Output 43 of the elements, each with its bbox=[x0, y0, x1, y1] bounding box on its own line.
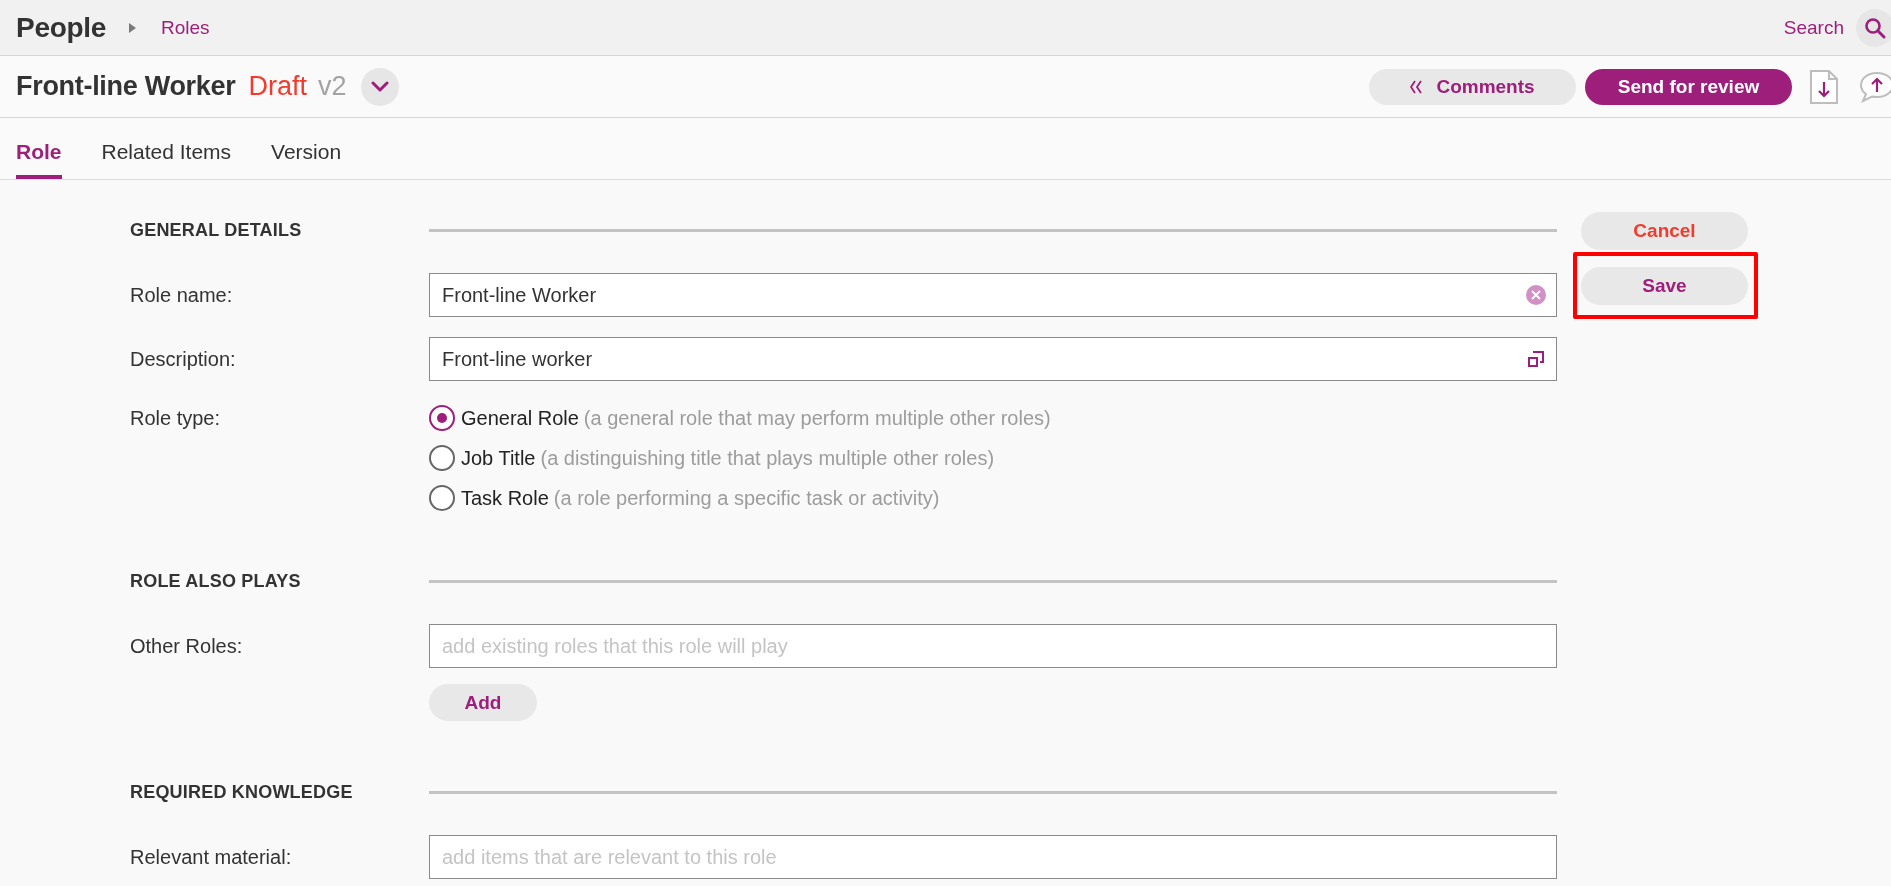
radio-label[interactable]: Task Role bbox=[461, 486, 549, 510]
app-title: People bbox=[16, 11, 106, 44]
comments-button[interactable]: Comments bbox=[1369, 68, 1576, 105]
input-field[interactable]: add items that are relevant to this role bbox=[429, 835, 1557, 879]
send-button[interactable]: Send for review bbox=[1585, 68, 1792, 105]
document-title: Front-line Worker bbox=[16, 71, 236, 102]
field-label: Relevant material: bbox=[130, 845, 292, 870]
status-label: Draft bbox=[248, 71, 307, 102]
field-label: Role name: bbox=[130, 283, 233, 308]
section-heading: GENERAL DETAILS bbox=[130, 219, 303, 241]
radio-label[interactable]: General Role bbox=[461, 406, 579, 430]
save-button[interactable]: Save bbox=[1581, 267, 1748, 305]
search-button[interactable] bbox=[1856, 8, 1891, 47]
input-field[interactable]: Front-line Worker bbox=[429, 273, 1557, 317]
field-label: Other Roles: bbox=[130, 634, 243, 659]
field-label: Role type: bbox=[130, 406, 221, 431]
radio-label[interactable]: Job Title bbox=[461, 446, 536, 470]
document-download-icon[interactable] bbox=[1810, 69, 1838, 104]
radio-button[interactable] bbox=[429, 405, 455, 431]
search-link[interactable]: Search bbox=[1783, 16, 1844, 39]
section-heading: ROLE ALSO PLAYS bbox=[130, 570, 302, 592]
radio-button[interactable] bbox=[429, 445, 455, 471]
radio-hint: (a general role that may perform multiple other roles) bbox=[583, 406, 1051, 430]
chevron-down-icon bbox=[371, 81, 390, 92]
expand-icon[interactable] bbox=[1528, 351, 1544, 367]
dropdown-button[interactable] bbox=[361, 67, 400, 106]
field-label: Description: bbox=[130, 347, 236, 372]
tab[interactable]: Related Items bbox=[101, 140, 232, 179]
input-field[interactable]: Front-line worker bbox=[429, 337, 1557, 381]
add-button[interactable]: Add bbox=[429, 684, 537, 721]
tab[interactable]: Role bbox=[16, 140, 62, 179]
version-label: v2 bbox=[317, 71, 347, 102]
radio-hint: (a distinguishing title that plays multiple other roles) bbox=[540, 446, 995, 470]
caret-right-icon bbox=[129, 22, 136, 33]
breadcrumb-link[interactable]: Roles bbox=[161, 16, 210, 39]
radio-button[interactable] bbox=[429, 485, 455, 511]
search-icon bbox=[1864, 16, 1886, 39]
tab[interactable]: Version bbox=[271, 140, 342, 179]
section-heading: REQUIRED KNOWLEDGE bbox=[130, 781, 354, 803]
radio-hint: (a role performing a specific task or activity) bbox=[553, 486, 940, 510]
input-field[interactable]: add existing roles that this role will play bbox=[429, 624, 1557, 668]
double-chevron-left-icon bbox=[1410, 79, 1423, 94]
speech-bubble-arrow-icon[interactable] bbox=[1859, 70, 1891, 103]
